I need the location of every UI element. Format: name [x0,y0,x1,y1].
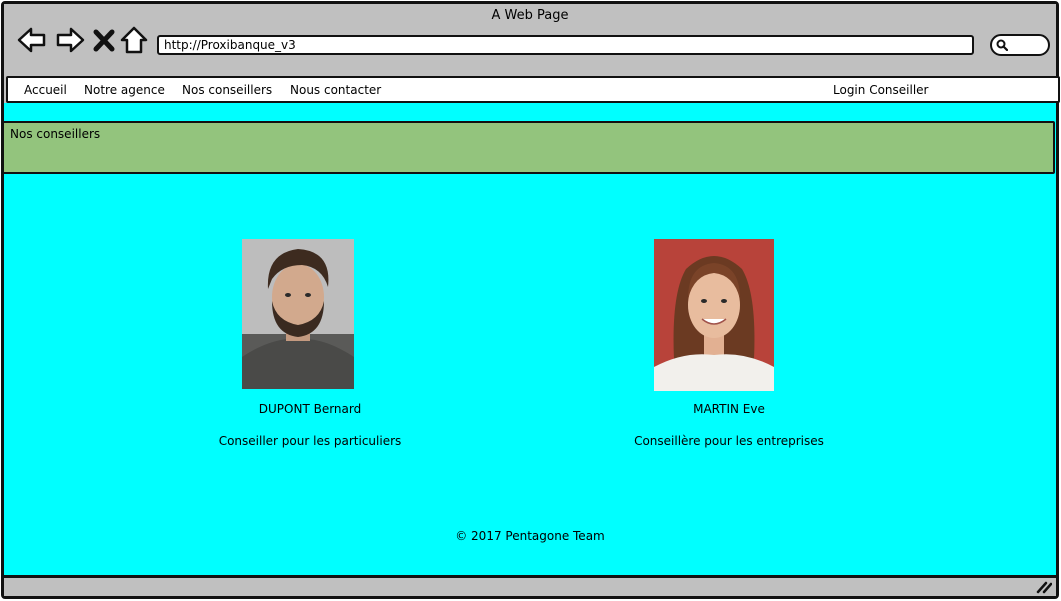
forward-arrow-icon[interactable] [54,24,86,56]
nav-item-accueil[interactable]: Accueil [24,83,67,97]
advisor-photo [654,239,774,391]
page-heading: Nos conseillers [10,127,101,141]
advisor-name: MARTIN Eve [693,402,765,416]
advisor-card: DUPONT Bernard Conseiller pour les parti… [178,239,438,459]
resize-grip-icon[interactable] [1036,580,1052,594]
login-conseiller-link[interactable]: Login Conseiller [833,83,928,97]
nav-item-nos-conseillers[interactable]: Nos conseillers [182,83,272,97]
advisor-role: Conseillère pour les entreprises [634,434,824,448]
page-content: Nos conseillers DUPONT Bernard Conseille… [2,103,1056,575]
advisor-name: DUPONT Bernard [258,402,362,416]
nav-item-nous-contacter[interactable]: Nous contacter [290,83,381,97]
address-bar[interactable]: http://Proxibanque_v3 [157,35,974,55]
advisor-card: MARTIN Eve Conseillère pour les entrepri… [594,239,854,459]
home-icon[interactable] [118,24,150,56]
window-title: A Web Page [491,8,569,23]
footer-copyright: © 2017 Pentagone Team [455,529,605,543]
advisor-role: Conseiller pour les particuliers [218,434,402,448]
browser-chrome: A Web Page http://Proxibanque_v3 [4,4,1056,74]
advisor-photo [242,239,354,389]
search-field[interactable] [990,34,1050,56]
page-heading-panel: Nos conseillers [2,121,1055,174]
address-url: http://Proxibanque_v3 [164,38,296,52]
nav-item-notre-agence[interactable]: Notre agence [84,83,165,97]
site-navbar: Accueil Notre agence Nos conseillers Nou… [6,76,1060,103]
browser-window: A Web Page http://Proxibanque_v3 Accueil… [1,1,1060,599]
search-icon [996,39,1008,51]
back-arrow-icon[interactable] [16,24,48,56]
close-x-icon[interactable] [90,24,118,56]
status-bar [4,575,1056,596]
